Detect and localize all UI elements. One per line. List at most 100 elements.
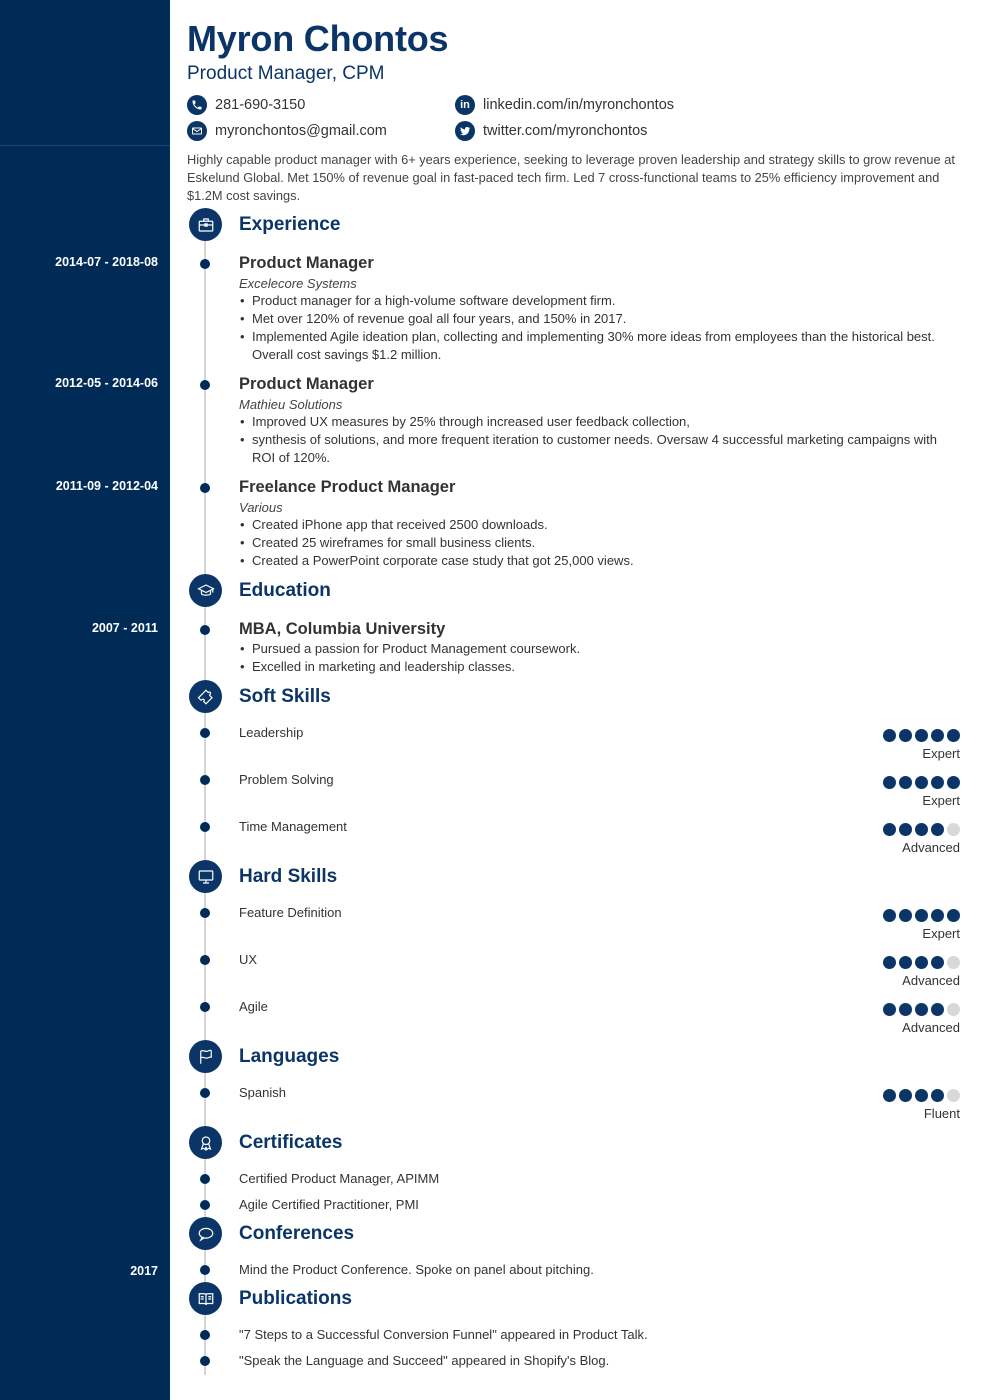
graduation-cap-icon <box>189 574 222 607</box>
rating-dot-filled <box>947 729 960 742</box>
skill-name: Problem Solving <box>239 772 334 787</box>
email-text: myronchontos@gmail.com <box>215 123 387 139</box>
timeline-dot <box>200 1174 210 1184</box>
date-experience-3: 2011-09 - 2012-04 <box>55 479 158 493</box>
skill-level: Expert <box>922 746 960 761</box>
briefcase-icon <box>189 208 222 241</box>
timeline-dot <box>200 908 210 918</box>
conference-item: Mind the Product Conference. Spoke on pa… <box>239 1262 594 1277</box>
candidate-name: Myron Chontos <box>187 18 449 59</box>
job-bullets: Created iPhone app that received 2500 do… <box>239 516 959 570</box>
section-heading-education: Education <box>239 580 331 601</box>
rating-dot-filled <box>915 1003 928 1016</box>
rating-dot-filled <box>899 1089 912 1102</box>
rating-dot-filled <box>899 823 912 836</box>
job-title: Freelance Product Manager <box>239 478 456 496</box>
job-title: Product Manager <box>239 254 374 272</box>
candidate-title: Product Manager, CPM <box>187 63 385 84</box>
language-level: Fluent <box>923 1106 960 1121</box>
skill-rating <box>883 776 960 789</box>
bullet: Improved UX measures by 25% through incr… <box>239 413 959 431</box>
publication-item: "7 Steps to a Successful Conversion Funn… <box>239 1327 648 1342</box>
rating-dot-filled <box>915 1089 928 1102</box>
skill-rating <box>883 956 960 969</box>
skill-name: Agile <box>239 999 268 1014</box>
rating-dot-empty <box>947 1003 960 1016</box>
timeline-dot <box>200 1265 210 1275</box>
award-icon <box>189 1126 222 1159</box>
timeline-dot <box>200 1356 210 1366</box>
skill-level: Expert <box>922 793 960 808</box>
skill-level: Advanced <box>902 1020 960 1035</box>
language-name: Spanish <box>239 1085 286 1100</box>
skill-level: Advanced <box>902 973 960 988</box>
timeline-dot <box>200 380 210 390</box>
rating-dot-filled <box>915 776 928 789</box>
skill-name: Leadership <box>239 725 304 740</box>
job-company: Various <box>239 500 283 515</box>
contact-twitter[interactable]: twitter.com/myronchontos <box>455 121 647 141</box>
publication-item: "Speak the Language and Succeed" appeare… <box>239 1353 610 1368</box>
degree-title: MBA, Columbia University <box>239 620 446 638</box>
rating-dot-filled <box>883 909 896 922</box>
rating-dot-empty <box>947 1089 960 1102</box>
section-heading-hard-skills: Hard Skills <box>239 866 338 887</box>
language-rating <box>883 1089 960 1102</box>
rating-dot-filled <box>915 823 928 836</box>
email-icon <box>187 121 207 141</box>
rating-dot-filled <box>899 956 912 969</box>
rating-dot-filled <box>883 1003 896 1016</box>
contact-email[interactable]: myronchontos@gmail.com <box>187 121 387 141</box>
section-heading-conferences: Conferences <box>239 1223 355 1244</box>
skill-name: UX <box>239 952 258 967</box>
contact-phone[interactable]: 281-690-3150 <box>187 95 305 115</box>
timeline-dot <box>200 775 210 785</box>
summary: Highly capable product manager with 6+ y… <box>187 152 955 203</box>
section-heading-certificates: Certificates <box>239 1132 343 1153</box>
date-conference-1: 2017 <box>130 1264 158 1278</box>
certificate-item: Agile Certified Practitioner, PMI <box>239 1197 419 1212</box>
flag-icon <box>189 1040 222 1073</box>
job-company: Mathieu Solutions <box>239 397 343 412</box>
section-heading-languages: Languages <box>239 1046 340 1067</box>
book-icon <box>189 1282 222 1315</box>
timeline-dot <box>200 822 210 832</box>
timeline-dot <box>200 1088 210 1098</box>
rating-dot-filled <box>931 729 944 742</box>
date-experience-1: 2014-07 - 2018-08 <box>55 255 158 269</box>
rating-dot-empty <box>947 956 960 969</box>
phone-icon <box>187 95 207 115</box>
rating-dot-filled <box>899 729 912 742</box>
timeline-dot <box>200 728 210 738</box>
skill-level: Advanced <box>902 840 960 855</box>
bullet: Created a PowerPoint corporate case stud… <box>239 552 959 570</box>
rating-dot-filled <box>947 776 960 789</box>
skill-rating <box>883 823 960 836</box>
twitter-icon <box>455 121 475 141</box>
puzzle-icon <box>189 680 222 713</box>
job-company: Excelecore Systems <box>239 276 357 291</box>
rating-dot-filled <box>931 909 944 922</box>
rating-dot-filled <box>931 1089 944 1102</box>
bullet: Created iPhone app that received 2500 do… <box>239 516 959 534</box>
timeline-dot <box>200 1200 210 1210</box>
timeline-dot <box>200 259 210 269</box>
rating-dot-filled <box>915 909 928 922</box>
section-heading-experience: Experience <box>239 214 341 235</box>
twitter-text: twitter.com/myronchontos <box>483 123 648 139</box>
rating-dot-filled <box>931 956 944 969</box>
bullet: synthesis of solutions, and more frequen… <box>239 431 959 467</box>
timeline-dot <box>200 1330 210 1340</box>
rating-dot-filled <box>883 823 896 836</box>
skill-rating <box>883 729 960 742</box>
bullet: Met over 120% of revenue goal all four y… <box>239 310 959 328</box>
job-bullets: Product manager for a high-volume softwa… <box>239 292 959 364</box>
rating-dot-filled <box>883 729 896 742</box>
rating-dot-filled <box>931 1003 944 1016</box>
contact-linkedin[interactable]: in linkedin.com/in/myronchontos <box>455 95 674 115</box>
section-heading-soft-skills: Soft Skills <box>239 686 331 707</box>
job-bullets: Improved UX measures by 25% through incr… <box>239 413 959 467</box>
date-education-1: 2007 - 2011 <box>91 621 158 635</box>
phone-text: 281-690-3150 <box>215 97 306 113</box>
linkedin-text: linkedin.com/in/myronchontos <box>483 97 675 113</box>
